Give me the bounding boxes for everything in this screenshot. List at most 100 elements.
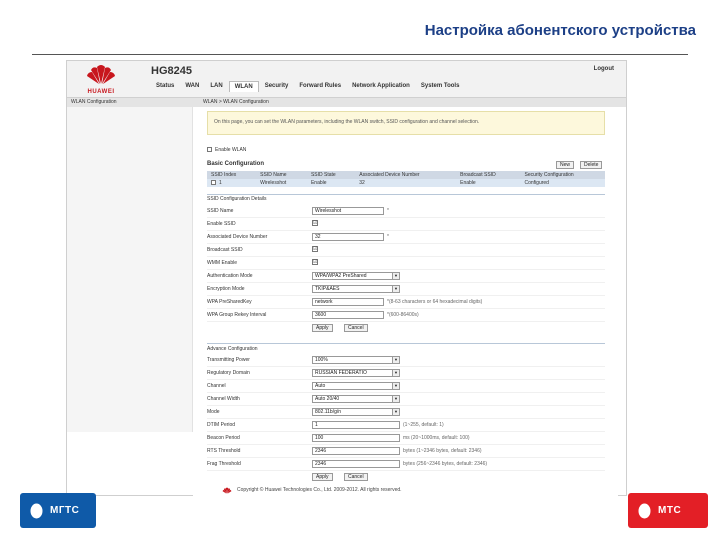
title-divider — [32, 54, 688, 55]
col-ssid-name: SSID Name — [256, 171, 307, 179]
assoc-number-row: Associated Device Number 32 * — [207, 231, 605, 244]
col-ssid-index: SSID Index — [207, 171, 257, 179]
device-model: HG8245 — [151, 65, 192, 77]
basic-config-title: Basic Configuration — [207, 161, 265, 167]
logout-link[interactable]: Logout — [594, 66, 614, 72]
dtim-input[interactable]: 1 — [312, 421, 400, 429]
table-cell: Enable — [306, 179, 356, 187]
top-navigation: Status WAN LAN WLAN Security Forward Rul… — [151, 81, 465, 92]
egg-icon — [638, 501, 651, 519]
left-sidebar — [67, 107, 193, 432]
beacon-input[interactable]: 100 — [312, 434, 400, 442]
table-cell: 1 — [207, 179, 257, 187]
nav-forward-rules[interactable]: Forward Rules — [294, 81, 346, 92]
chevron-down-icon: ▼ — [392, 286, 399, 292]
nav-lan[interactable]: LAN — [205, 81, 227, 92]
huawei-logo-icon: HUAWEI — [81, 63, 121, 95]
rts-input[interactable]: 2346 — [312, 447, 400, 455]
tx-power-select[interactable]: 100% ▼ — [312, 356, 400, 364]
nav-status[interactable]: Status — [151, 81, 179, 92]
copyright-text: Copyright © Huawei Technologies Co., Ltd… — [237, 487, 402, 493]
sub-navigation-bar: WLAN Configuration WLAN > WLAN Configura… — [67, 98, 626, 107]
apply-button[interactable]: Apply — [312, 473, 333, 481]
chevron-down-icon: ▼ — [392, 370, 399, 376]
table-row[interactable]: 1 Wirelesshot Enable 32 Enable Configure… — [207, 179, 605, 187]
wmm-checkbox[interactable]: ☑ — [312, 259, 318, 265]
encryption-select[interactable]: TKIP&AES ▼ — [312, 285, 400, 293]
info-note: On this page, you can set the WLAN param… — [207, 111, 605, 135]
enable-wlan-checkbox[interactable] — [207, 147, 212, 153]
sidebar-item-wlan-configuration[interactable]: WLAN Configuration — [71, 99, 117, 105]
apply-button[interactable]: Apply — [312, 324, 333, 332]
psk-input[interactable]: network — [312, 298, 384, 306]
assoc-number-input[interactable]: 32 — [312, 233, 384, 241]
tx-power-row: Transmitting Power 100% ▼ — [207, 354, 605, 367]
channel-row: Channel Auto ▼ — [207, 380, 605, 393]
router-footer: Copyright © Huawei Technologies Co., Ltd… — [193, 484, 618, 496]
router-header: HUAWEI HG8245 Logout Status WAN LAN WLAN… — [67, 61, 626, 98]
col-broadcast: Broadcast SSID — [456, 171, 521, 179]
auth-mode-row: Authentication Mode WPA/WPA2 PreShared ▼ — [207, 270, 605, 283]
col-security: Security Configuration — [520, 171, 605, 179]
advanced-config-form: Transmitting Power 100% ▼ Regulatory Doma… — [207, 354, 605, 484]
broadcast-ssid-row: Broadcast SSID ☑ — [207, 244, 605, 257]
channel-width-select[interactable]: Auto 20/40 ▼ — [312, 395, 400, 403]
table-header-row: SSID Index SSID Name SSID State Associat… — [207, 171, 605, 179]
encryption-row: Encryption Mode TKIP&AES ▼ — [207, 283, 605, 296]
chevron-down-icon: ▼ — [392, 396, 399, 402]
frag-row: Frag Threshold 2346 bytes (256~2346 bytes… — [207, 458, 605, 471]
breadcrumb: WLAN > WLAN Configuration — [203, 99, 269, 105]
col-assoc-devices: Associated Device Number — [355, 171, 457, 179]
apply-row: Apply Cancel — [207, 471, 605, 484]
nav-wan[interactable]: WAN — [180, 81, 204, 92]
enable-wlan-label: Enable WLAN — [215, 147, 247, 153]
ssid-name-input[interactable]: Wirelesshot — [312, 207, 384, 215]
frag-input[interactable]: 2346 — [312, 460, 400, 468]
mgts-logo: МГТС — [20, 493, 96, 528]
nav-network-application[interactable]: Network Application — [347, 81, 415, 92]
delete-button[interactable]: Delete — [580, 161, 603, 169]
auth-mode-select[interactable]: WPA/WPA2 PreShared ▼ — [312, 272, 400, 280]
chevron-down-icon: ▼ — [392, 383, 399, 389]
table-cell: Configured — [520, 179, 605, 187]
table-cell: Wirelesshot — [256, 179, 307, 187]
table-cell: Enable — [456, 179, 521, 187]
enable-ssid-row: Enable SSID ☑ — [207, 218, 605, 231]
enable-wlan-row: Enable WLAN — [207, 147, 246, 153]
broadcast-ssid-checkbox[interactable]: ☑ — [312, 246, 318, 252]
ssid-details-title: SSID Configuration Details — [207, 196, 267, 202]
advanced-config-title: Advance Configuration — [207, 346, 258, 352]
ssid-details-form: SSID Name Wirelesshot * Enable SSID ☑ Ass… — [207, 205, 605, 335]
dtim-row: DTIM Period 1 (1~255, default: 1) — [207, 419, 605, 432]
new-button[interactable]: New — [556, 161, 575, 169]
divider — [207, 194, 605, 195]
chevron-down-icon: ▼ — [392, 357, 399, 363]
nav-wlan[interactable]: WLAN — [228, 81, 259, 92]
chevron-down-icon: ▼ — [392, 409, 399, 415]
row-select-checkbox[interactable] — [211, 180, 216, 186]
table-cell: 32 — [355, 179, 457, 187]
apply-row: Apply Cancel — [207, 322, 605, 335]
channel-select[interactable]: Auto ▼ — [312, 382, 400, 390]
channel-width-row: Channel Width Auto 20/40 ▼ — [207, 393, 605, 406]
ssid-name-row: SSID Name Wirelesshot * — [207, 205, 605, 218]
huawei-brand-text: HUAWEI — [87, 89, 115, 95]
regulatory-domain-select[interactable]: RUSSIAN FEDERATIO ▼ — [312, 369, 400, 377]
nav-security[interactable]: Security — [260, 81, 294, 92]
enable-ssid-checkbox[interactable]: ☑ — [312, 220, 318, 226]
mode-row: Mode 802.11b/g/n ▼ — [207, 406, 605, 419]
cancel-button[interactable]: Cancel — [344, 324, 368, 332]
egg-icon — [30, 501, 43, 519]
rts-row: RTS Threshold 2346 bytes (1~2346 bytes, d… — [207, 445, 605, 458]
huawei-small-icon — [221, 487, 233, 496]
cancel-button[interactable]: Cancel — [344, 473, 368, 481]
wmm-row: WMM Enable ☑ — [207, 257, 605, 270]
chevron-down-icon: ▼ — [392, 273, 399, 279]
rekey-input[interactable]: 3600 — [312, 311, 384, 319]
divider — [207, 343, 605, 344]
regulatory-domain-row: Regulatory Domain RUSSIAN FEDERATIO ▼ — [207, 367, 605, 380]
mode-select[interactable]: 802.11b/g/n ▼ — [312, 408, 400, 416]
psk-row: WPA PreSharedKey network *(8-63 character… — [207, 296, 605, 309]
nav-system-tools[interactable]: System Tools — [416, 81, 465, 92]
mgts-brand-text: МГТС — [50, 505, 80, 516]
